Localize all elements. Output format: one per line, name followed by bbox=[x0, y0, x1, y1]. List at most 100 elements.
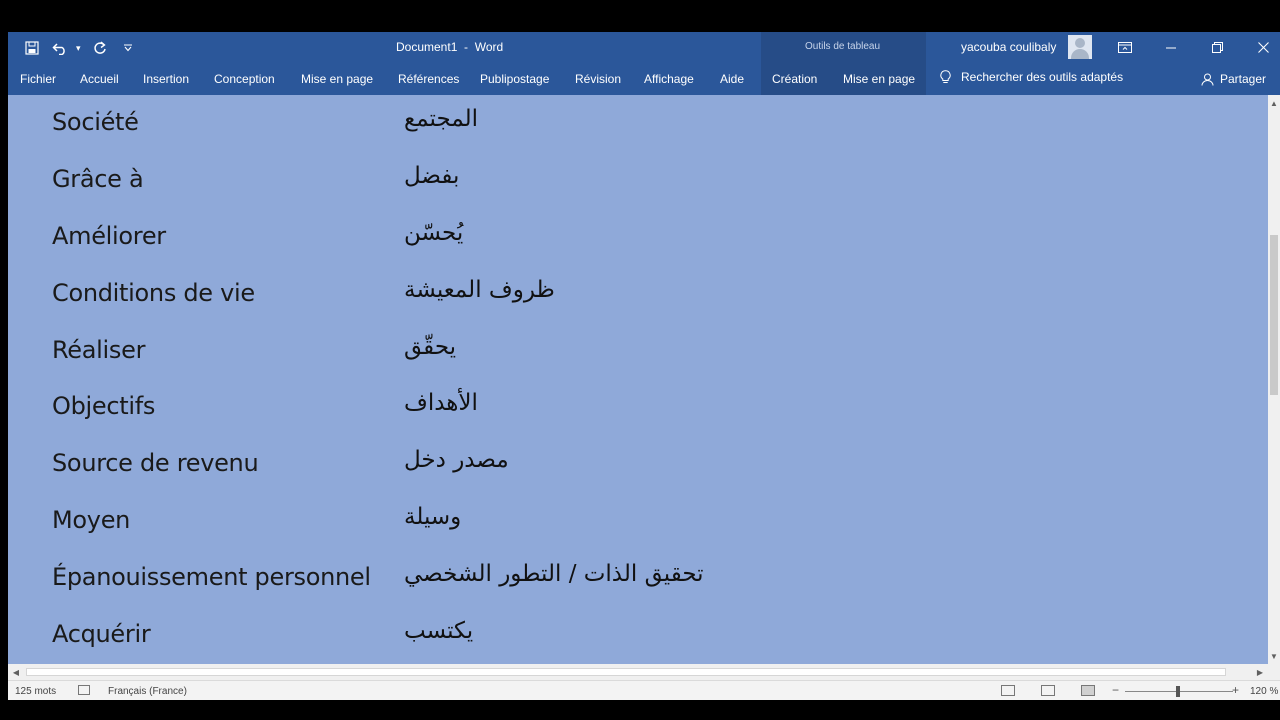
ribbon-tabs: Fichier Accueil Insertion Conception Mis… bbox=[8, 63, 1280, 95]
document-canvas[interactable]: Société المجتمع Grâce à بفضل Améliorer ي… bbox=[8, 95, 1268, 664]
arabic-cell[interactable]: تحقيق الذات / التطور الشخصي bbox=[404, 561, 704, 587]
arabic-cell[interactable]: مصدر دخل bbox=[404, 447, 509, 473]
save-button[interactable] bbox=[20, 36, 44, 60]
french-cell[interactable]: Acquérir bbox=[52, 620, 151, 648]
share-label: Partager bbox=[1220, 72, 1267, 86]
scroll-right-icon[interactable]: ▶ bbox=[1252, 664, 1268, 680]
quick-access-toolbar: ▾ bbox=[20, 36, 140, 60]
tab-conception[interactable]: Conception bbox=[214, 72, 275, 86]
restore-icon bbox=[1211, 42, 1223, 53]
read-mode-icon[interactable] bbox=[1001, 685, 1015, 696]
tab-fichier[interactable]: Fichier bbox=[20, 72, 56, 86]
horizontal-scrollbar[interactable]: ◀ ▶ bbox=[8, 664, 1268, 680]
tab-aide[interactable]: Aide bbox=[720, 72, 744, 86]
zoom-out-icon[interactable]: − bbox=[1112, 683, 1119, 697]
arabic-cell[interactable]: يحقّق bbox=[404, 334, 456, 360]
arabic-cell[interactable]: يُحسّن bbox=[404, 220, 463, 246]
tab-creation[interactable]: Création bbox=[772, 72, 817, 86]
redo-icon bbox=[94, 41, 106, 54]
scroll-down-icon[interactable]: ▼ bbox=[1268, 650, 1280, 662]
zoom-level[interactable]: 120 % bbox=[1250, 686, 1278, 697]
ribbon-display-options-button[interactable] bbox=[1102, 32, 1148, 63]
scroll-up-icon[interactable]: ▲ bbox=[1268, 97, 1280, 109]
french-cell[interactable]: Réaliser bbox=[52, 336, 145, 364]
table-row[interactable]: Épanouissement personnel تحقيق الذات / ا… bbox=[8, 550, 1268, 606]
table-row[interactable]: Source de revenu مصدر دخل bbox=[8, 436, 1268, 492]
lightbulb-icon bbox=[940, 70, 951, 83]
vertical-scroll-thumb[interactable] bbox=[1270, 235, 1278, 395]
screen-frame-top bbox=[0, 0, 1280, 32]
undo-icon bbox=[52, 43, 65, 55]
scrollbar-corner bbox=[1268, 664, 1280, 680]
zoom-in-icon[interactable]: + bbox=[1232, 683, 1239, 697]
minimize-button[interactable] bbox=[1148, 32, 1194, 63]
user-name[interactable]: yacouba coulibaly bbox=[961, 40, 1056, 54]
tab-accueil[interactable]: Accueil bbox=[80, 72, 119, 86]
tab-revision[interactable]: Révision bbox=[575, 72, 621, 86]
avatar-body-icon bbox=[1071, 49, 1089, 59]
table-row[interactable]: Moyen وسيلة bbox=[8, 493, 1268, 549]
tab-table-mise-en-page[interactable]: Mise en page bbox=[843, 72, 915, 86]
print-layout-icon[interactable] bbox=[1041, 685, 1055, 696]
web-layout-icon[interactable] bbox=[1081, 685, 1095, 696]
document-title: Document1 - Word bbox=[396, 40, 503, 54]
close-button[interactable] bbox=[1240, 32, 1280, 63]
tab-mise-en-page[interactable]: Mise en page bbox=[301, 72, 373, 86]
customize-toolbar-button[interactable] bbox=[116, 36, 140, 60]
french-cell[interactable]: Conditions de vie bbox=[52, 279, 255, 307]
app-name: Word bbox=[474, 40, 504, 54]
chevron-down-icon bbox=[124, 44, 132, 52]
restore-button[interactable] bbox=[1194, 32, 1240, 63]
tab-insertion[interactable]: Insertion bbox=[143, 72, 189, 86]
word-window: ▾ Document1 - Word Outils de tableau yac… bbox=[8, 32, 1280, 700]
share-button[interactable]: Partager bbox=[1201, 72, 1266, 86]
tell-me-label: Rechercher des outils adaptés bbox=[961, 70, 1124, 84]
french-cell[interactable]: Grâce à bbox=[52, 165, 144, 193]
person-icon bbox=[1201, 73, 1214, 86]
word-count[interactable]: 125 mots bbox=[15, 686, 56, 697]
proofing-icon[interactable] bbox=[78, 685, 90, 695]
tell-me-search[interactable]: Rechercher des outils adaptés bbox=[940, 70, 1123, 84]
arabic-cell[interactable]: الأهداف bbox=[404, 390, 478, 416]
tab-references[interactable]: Références bbox=[398, 72, 459, 86]
ribbon-display-icon bbox=[1118, 42, 1132, 53]
table-row[interactable]: Améliorer يُحسّن bbox=[8, 209, 1268, 265]
table-row[interactable]: Conditions de vie ظروف المعيشة bbox=[8, 266, 1268, 322]
arabic-cell[interactable]: يكتسب bbox=[404, 618, 473, 644]
arabic-cell[interactable]: المجتمع bbox=[404, 106, 478, 132]
table-row[interactable]: Acquérir يكتسب bbox=[8, 607, 1268, 663]
horizontal-scroll-thumb[interactable] bbox=[26, 668, 1226, 676]
screen-frame-bottom bbox=[0, 700, 1280, 720]
floppy-disk-icon bbox=[25, 41, 39, 55]
french-cell[interactable]: Objectifs bbox=[52, 392, 155, 420]
title-separator: - bbox=[464, 40, 469, 54]
tab-publipostage[interactable]: Publipostage bbox=[480, 72, 549, 86]
french-cell[interactable]: Moyen bbox=[52, 506, 130, 534]
table-row[interactable]: Grâce à بفضل bbox=[8, 152, 1268, 208]
arabic-cell[interactable]: بفضل bbox=[404, 163, 459, 189]
status-bar: 125 mots Français (France) − + 120 % bbox=[8, 680, 1280, 700]
minimize-icon bbox=[1166, 47, 1176, 48]
french-cell[interactable]: Source de revenu bbox=[52, 449, 259, 477]
table-tools-label: Outils de tableau bbox=[805, 41, 881, 52]
table-row[interactable]: Réaliser يحقّق bbox=[8, 323, 1268, 379]
avatar[interactable] bbox=[1068, 35, 1092, 59]
undo-dropdown-icon[interactable]: ▾ bbox=[76, 43, 84, 54]
table-row[interactable]: Objectifs الأهداف bbox=[8, 379, 1268, 435]
avatar-head-icon bbox=[1075, 38, 1085, 48]
arabic-cell[interactable]: وسيلة bbox=[404, 504, 461, 530]
document-name: Document1 bbox=[396, 40, 458, 54]
french-cell[interactable]: Société bbox=[52, 108, 139, 136]
tab-affichage[interactable]: Affichage bbox=[644, 72, 694, 86]
french-cell[interactable]: Épanouissement personnel bbox=[52, 563, 371, 591]
scroll-left-icon[interactable]: ◀ bbox=[8, 664, 24, 680]
language-indicator[interactable]: Français (France) bbox=[108, 686, 187, 697]
close-icon bbox=[1257, 42, 1269, 53]
vertical-scrollbar[interactable]: ▲ ▼ bbox=[1268, 95, 1280, 664]
zoom-slider-knob[interactable] bbox=[1176, 686, 1180, 697]
redo-button[interactable] bbox=[88, 36, 112, 60]
arabic-cell[interactable]: ظروف المعيشة bbox=[404, 277, 555, 303]
undo-button[interactable] bbox=[48, 36, 72, 60]
french-cell[interactable]: Améliorer bbox=[52, 222, 166, 250]
table-row[interactable]: Société المجتمع bbox=[8, 95, 1268, 151]
